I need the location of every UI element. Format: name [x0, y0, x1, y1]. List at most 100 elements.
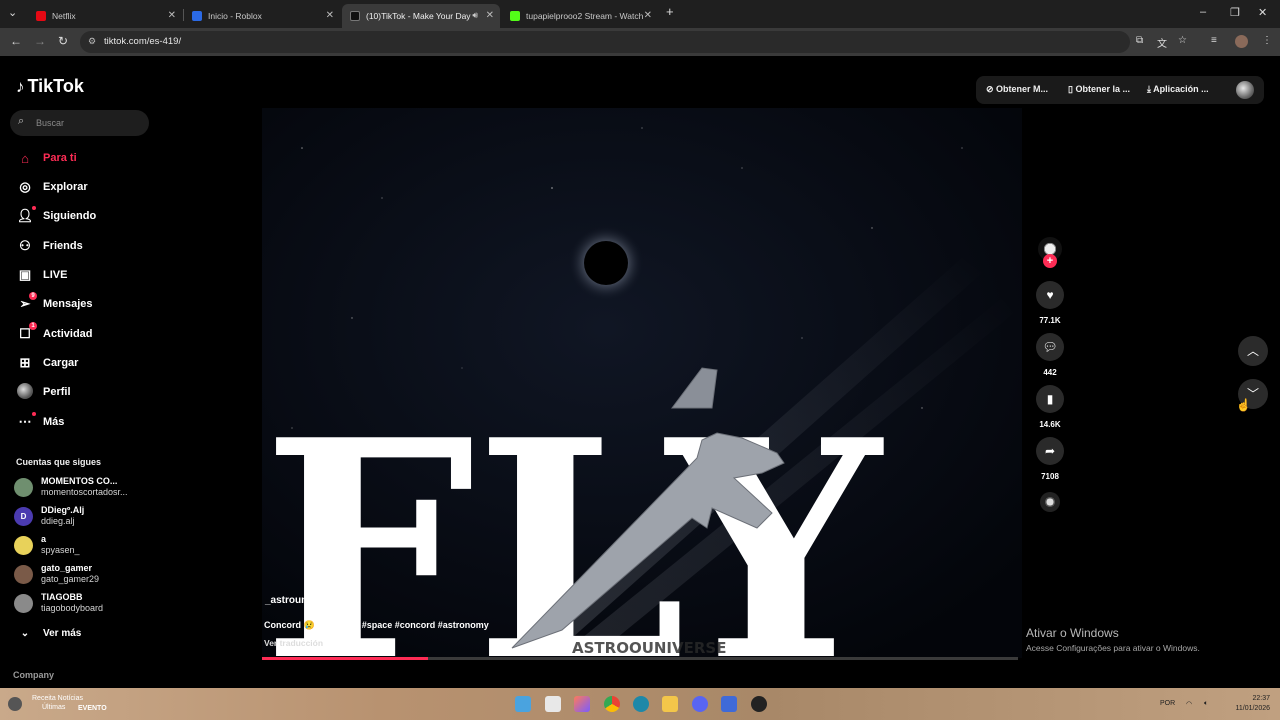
paint-icon[interactable]: [574, 696, 590, 712]
netflix-favicon-icon: [36, 11, 46, 21]
news-headline: Receita Notícias: [32, 695, 83, 702]
clock-time: 22:37: [1252, 695, 1270, 702]
tab-title: Netflix: [52, 11, 76, 21]
tab-kick-stream[interactable]: tupapielprooo2 Stream - Watch ✕: [502, 4, 658, 28]
url-text[interactable]: tiktok.com/es-419/: [104, 36, 181, 47]
close-icon[interactable]: ✕: [168, 10, 176, 21]
music-disc-icon[interactable]: [1040, 492, 1060, 512]
browser-tab-strip: ⌄ Netflix ✕ Inicio - Roblox ✕ (10)TikTok…: [0, 0, 1280, 28]
close-icon[interactable]: ✕: [644, 10, 652, 21]
media-queue-icon[interactable]: ≡: [1211, 35, 1217, 46]
video-progress-bar[interactable]: [262, 657, 1018, 660]
video-player[interactable]: FLY ASTROOUNIVERSE: [262, 108, 1022, 658]
edge-icon[interactable]: [633, 696, 649, 712]
following-account[interactable]: gato_gamer gato_gamer29: [14, 563, 164, 587]
tab-title: tupapielprooo2 Stream - Watch: [526, 11, 644, 21]
discord-icon[interactable]: [692, 696, 708, 712]
nav-explorar[interactable]: ◎ Explorar: [16, 177, 88, 197]
nav-mensajes[interactable]: ➢ 9 Mensajes: [16, 292, 93, 314]
news-avatar-icon: [8, 697, 22, 711]
nav-actividad[interactable]: ☐ 1 Actividad: [16, 322, 93, 344]
volume-icon[interactable]: 🔈︎: [1204, 700, 1208, 708]
get-coins-button[interactable]: ⊘ Obtener M...: [986, 84, 1048, 95]
close-icon[interactable]: ✕: [326, 10, 334, 21]
share-button[interactable]: ➦: [1036, 437, 1064, 465]
follow-plus-icon[interactable]: +: [1043, 254, 1057, 268]
chrome-icon[interactable]: [604, 696, 620, 712]
file-explorer-icon[interactable]: [515, 696, 531, 712]
nav-label: Explorar: [43, 181, 88, 193]
tiktok-page: ♪ TikTok ⌕ ⌂ Para ti ◎ Explorar 👤︎ Sigui…: [0, 56, 1280, 688]
news-widget[interactable]: Receita Notícias Últimas EVENTO: [8, 694, 107, 714]
comment-button[interactable]: 💬︎: [1036, 333, 1064, 361]
site-info-icon[interactable]: ⚙: [88, 36, 96, 47]
see-more-button[interactable]: ⌄ Ver más: [16, 628, 82, 639]
search-input[interactable]: [36, 114, 144, 132]
obs-icon[interactable]: [751, 696, 767, 712]
minimize-icon[interactable]: –: [1200, 6, 1206, 18]
nav-live[interactable]: ▣ LIVE: [16, 265, 68, 285]
reload-icon[interactable]: ↻: [58, 34, 68, 48]
account-name: TIAGOBB: [41, 592, 83, 602]
mouse-cursor-icon: ☝: [1236, 398, 1251, 412]
install-app-icon[interactable]: ⧉: [1136, 35, 1143, 46]
windows-activation-title: Ativar o Windows: [1026, 626, 1119, 640]
nav-mas[interactable]: ⋯ Más: [16, 412, 64, 432]
search-box[interactable]: ⌕: [10, 110, 149, 136]
audio-playing-icon[interactable]: 🔊︎: [472, 10, 478, 21]
widgets-icon[interactable]: [545, 696, 561, 712]
nav-friends[interactable]: ⚇ Friends: [16, 236, 83, 256]
desktop-app-button[interactable]: ⤓ Aplicación ...: [1147, 84, 1209, 95]
translate-link[interactable]: Ver traducción: [264, 638, 323, 648]
tiktok-note-icon: ♪: [16, 76, 25, 96]
following-account[interactable]: a spyasen_: [14, 534, 164, 558]
nav-para-ti[interactable]: ⌂ Para ti: [16, 148, 77, 168]
share-icon: ➦: [1044, 444, 1056, 458]
tab-roblox[interactable]: Inicio - Roblox ✕: [184, 4, 340, 28]
chevron-up-icon: ︿: [1246, 344, 1259, 358]
tiktok-logo[interactable]: ♪ TikTok: [16, 76, 84, 97]
get-app-button[interactable]: ▯ Obtener la ...: [1068, 84, 1130, 95]
translate-icon[interactable]: 文: [1157, 35, 1167, 50]
roblox-studio-icon[interactable]: [721, 696, 737, 712]
nav-siguiendo[interactable]: 👤︎ Siguiendo: [16, 206, 96, 226]
following-account[interactable]: MOMENTOS CO... momentoscortadosr...: [14, 476, 164, 500]
nav-label: Mensajes: [43, 298, 93, 310]
back-icon[interactable]: ←: [10, 34, 22, 48]
friends-icon: ⚇: [19, 238, 31, 253]
message-badge: 9: [29, 292, 37, 300]
video-username[interactable]: _astrouniverse_: [265, 595, 342, 606]
account-avatar: [14, 478, 33, 497]
tab-search-icon[interactable]: ⌄: [8, 6, 17, 19]
company-link[interactable]: Company: [13, 670, 54, 680]
like-button[interactable]: ♥: [1036, 281, 1064, 309]
language-indicator[interactable]: POR: [1160, 700, 1175, 707]
profile-avatar-icon[interactable]: [1235, 35, 1248, 48]
roblox-favicon-icon: [192, 11, 202, 21]
close-icon[interactable]: ✕: [486, 10, 494, 21]
bookmark-star-icon[interactable]: ☆: [1178, 35, 1187, 46]
following-account[interactable]: TIAGOBB tiagobodyboard: [14, 592, 164, 616]
maximize-icon[interactable]: ❐: [1230, 6, 1240, 19]
browser-menu-icon[interactable]: ⋮: [1262, 35, 1272, 46]
previous-video-button[interactable]: ︿: [1238, 336, 1268, 366]
window-close-icon[interactable]: ✕: [1258, 6, 1267, 19]
system-clock[interactable]: 22:37 11/01/2026: [1235, 694, 1270, 714]
save-button[interactable]: ▮: [1036, 385, 1064, 413]
nav-label: Actividad: [43, 328, 93, 340]
folder-icon[interactable]: [662, 696, 678, 712]
nav-label: Perfil: [43, 386, 71, 398]
account-avatar: [14, 594, 33, 613]
forward-icon[interactable]: →: [34, 34, 46, 48]
url-box[interactable]: ⚙ tiktok.com/es-419/: [80, 31, 1130, 53]
account-handle: gato_gamer29: [41, 574, 100, 584]
nav-cargar[interactable]: ⊞ Cargar: [16, 353, 79, 373]
new-tab-icon[interactable]: +: [666, 4, 674, 19]
nav-perfil[interactable]: Perfil: [16, 382, 71, 402]
tab-netflix[interactable]: Netflix ✕: [28, 4, 182, 28]
tab-tiktok[interactable]: (10)TikTok - Make Your Day 🔊︎ ✕: [342, 4, 500, 28]
following-account[interactable]: D DDiegº.Alj ddieg.alj: [14, 505, 164, 529]
wifi-icon[interactable]: ◠: [1186, 700, 1192, 708]
compass-icon: ◎: [19, 179, 31, 194]
user-avatar[interactable]: [1236, 81, 1254, 99]
